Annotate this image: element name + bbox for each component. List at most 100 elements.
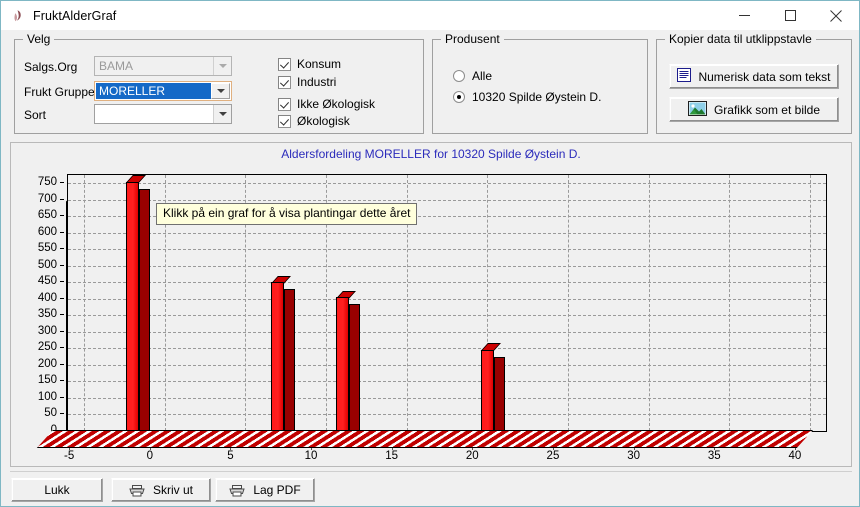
fruktgruppe-label: Frukt Gruppe [24, 85, 95, 99]
chart-bar-side [493, 357, 505, 431]
y-axis-tick [60, 314, 64, 316]
checkbox-industri-label: Industri [297, 75, 337, 89]
grid-line-h [68, 381, 826, 383]
x-axis-tick-label: 30 [627, 450, 640, 462]
copy-numeric-text-label: Numerisk data som tekst [698, 69, 831, 84]
produsent-groupbox: Produsent [432, 32, 648, 134]
x-axis-tick-label: 20 [465, 450, 479, 462]
close-button[interactable] [813, 1, 859, 30]
print-button[interactable]: Skriv ut [111, 478, 211, 502]
y-axis-tick [60, 231, 64, 233]
printer-icon [129, 484, 146, 497]
chart-bar[interactable] [480, 175, 505, 431]
close-dialog-button[interactable]: Lukk [11, 478, 103, 502]
checkbox-konsum[interactable]: Konsum [278, 57, 341, 71]
maximize-button[interactable] [767, 1, 813, 30]
print-label: Skriv ut [152, 483, 193, 497]
chart-panel[interactable]: Aldersfordeling MORELLER for 10320 Spild… [10, 142, 852, 467]
copy-numeric-text-button[interactable]: Numerisk data som tekst [669, 64, 839, 89]
chart-bar-front [480, 350, 494, 431]
grid-line-v [648, 175, 650, 431]
make-pdf-button[interactable]: Lag PDF [215, 478, 315, 502]
salgsorg-value: BAMA [99, 59, 134, 73]
checkbox-konsum-box[interactable] [278, 57, 291, 71]
minimize-button[interactable] [721, 1, 767, 30]
salgsorg-combobox[interactable]: BAMA [94, 56, 232, 76]
y-axis-tick-label: 150 [37, 374, 57, 387]
grid-line-h [68, 232, 826, 234]
plot-area[interactable]: Klikk på ein graf for å visa plantingar … [67, 174, 827, 432]
copy-graphic-image-button[interactable]: Grafikk som et bilde [669, 97, 839, 122]
y-axis-tick-label: 50 [44, 407, 57, 420]
y-axis-tick [60, 413, 64, 415]
app-icon [10, 8, 26, 24]
chart-bar-front [271, 282, 285, 431]
chart-bar-front [335, 297, 349, 431]
grid-line-h [68, 348, 826, 350]
y-axis-tick [60, 182, 64, 184]
fruktgruppe-value: MORELLER [96, 83, 211, 99]
grid-line-h [68, 183, 826, 185]
kopier-group-label: Kopier data til utklippstavle [665, 32, 816, 46]
salgsorg-chevron-down-icon[interactable] [213, 57, 231, 75]
checkbox-okologisk[interactable]: Økologisk [278, 114, 350, 128]
chart-tooltip: Klikk på ein graf for å visa plantingar … [156, 202, 418, 225]
sort-combobox[interactable] [94, 104, 232, 124]
y-axis-tick-label: 750 [37, 176, 57, 189]
y-axis-tick [60, 198, 64, 200]
y-axis-tick-label: 450 [37, 275, 57, 288]
y-axis-tick [60, 330, 64, 332]
y-axis-tick [60, 396, 64, 398]
y-axis-tick [60, 264, 64, 266]
y-axis-tick-label: 200 [37, 357, 57, 370]
y-axis-tick-label: 100 [37, 390, 57, 403]
fruktgruppe-combobox[interactable]: MORELLER [94, 81, 232, 101]
x-axis-tick-label: -5 [64, 450, 75, 462]
sort-label: Sort [24, 108, 47, 122]
radio-alle-label: Alle [472, 69, 493, 83]
checkbox-ikke-okologisk-box[interactable] [278, 97, 291, 111]
y-axis-tick [60, 347, 64, 349]
grid-line-h [68, 414, 826, 416]
chart-title: Aldersfordeling MORELLER for 10320 Spild… [281, 147, 581, 161]
grid-line-v [809, 175, 811, 431]
y-axis-tick-label: 400 [37, 291, 57, 304]
radio-alle[interactable]: Alle [453, 69, 492, 83]
x-axis-tick-label: 40 [788, 450, 802, 462]
checkbox-ikke-okologisk-label: Ikke Økologisk [297, 97, 376, 111]
sort-value [95, 105, 213, 123]
produsent-group-label: Produsent [441, 32, 504, 46]
checkbox-konsum-label: Konsum [297, 57, 342, 71]
grid-line-h [68, 298, 826, 300]
y-axis-tick-label: 550 [37, 242, 57, 255]
grid-line-h [68, 331, 826, 333]
fruktgruppe-chevron-down-icon[interactable] [211, 83, 230, 99]
checkbox-okologisk-box[interactable] [278, 114, 291, 128]
radio-produsent-10320-box[interactable] [453, 91, 465, 103]
sort-chevron-down-icon[interactable] [213, 105, 231, 123]
grid-line-h [68, 315, 826, 317]
y-axis-tick [60, 248, 64, 250]
y-axis-tick-label: 650 [37, 209, 57, 222]
y-axis-tick-label: 700 [37, 192, 57, 205]
grid-line-h [68, 282, 826, 284]
radio-produsent-10320[interactable]: 10320 Spilde Øystein D. [453, 90, 601, 104]
chart-bar[interactable] [126, 174, 150, 431]
copy-graphic-image-label: Grafikk som et bilde [713, 102, 821, 117]
chart-floor [36, 430, 813, 448]
salgsorg-label: Salgs.Org [24, 60, 78, 74]
y-axis-tick-label: 500 [37, 258, 57, 271]
y-axis-tick-label: 250 [37, 341, 57, 354]
application-window: FruktAlderGraf Velg Salgs.Org BAMA Frukt… [0, 0, 860, 507]
radio-produsent-10320-label: 10320 Spilde Øystein D. [472, 90, 602, 104]
checkbox-ikke-okologisk[interactable]: Ikke Økologisk [278, 97, 375, 111]
text-document-icon [677, 68, 692, 85]
grid-line-v [729, 175, 731, 431]
radio-alle-box[interactable] [453, 70, 465, 82]
x-axis-tick-label: 10 [304, 450, 318, 462]
checkbox-okologisk-label: Økologisk [297, 114, 350, 128]
checkbox-industri-box[interactable] [278, 75, 291, 89]
chart-bar-side [284, 289, 296, 431]
y-axis-tick-label: 300 [37, 324, 57, 337]
checkbox-industri[interactable]: Industri [278, 75, 336, 89]
